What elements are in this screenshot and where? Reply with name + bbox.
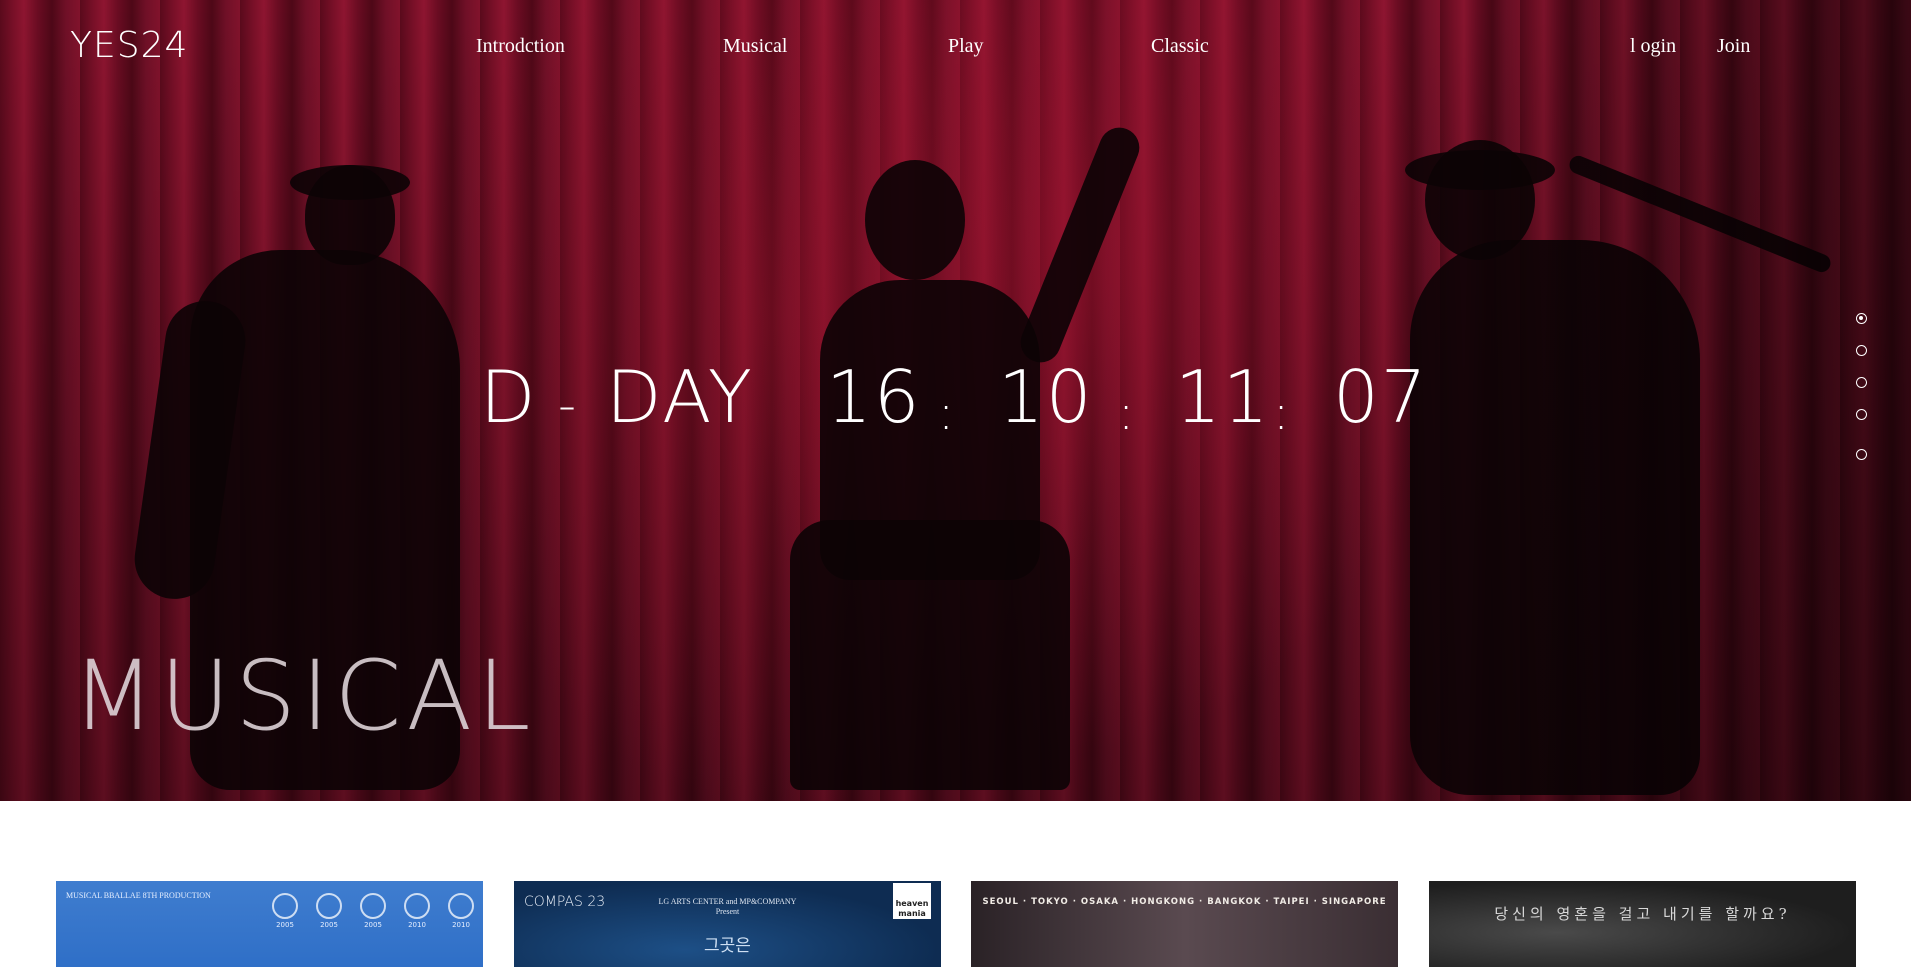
countdown-separator: :	[938, 385, 957, 441]
nav-classic[interactable]: Classic	[1151, 35, 1209, 58]
pager-dot-1[interactable]	[1856, 313, 1867, 324]
poster-title: 그곳은	[704, 936, 751, 956]
award-year: 2005	[364, 921, 382, 929]
award-laurel-icon	[316, 893, 342, 919]
award-year: 2005	[320, 921, 338, 929]
award-laurel-icon	[360, 893, 386, 919]
poster-card-1[interactable]: MUSICAL BBALLAE 8TH PRODUCTION 2005 2005…	[56, 881, 483, 967]
login-link[interactable]: l ogin	[1630, 35, 1676, 58]
poster-card-4[interactable]: 당신의 영혼을 걸고 내기를 할까요?	[1429, 881, 1856, 967]
site-logo[interactable]: YES24	[70, 25, 188, 66]
performer-silhouette-center-dress	[790, 520, 1070, 790]
countdown-separator: :	[1118, 385, 1137, 441]
pager-dot-2[interactable]	[1856, 345, 1867, 356]
section-title: MUSICAL	[72, 640, 536, 752]
performer-silhouette-center-head	[865, 160, 965, 280]
nav-play[interactable]: Play	[948, 35, 984, 58]
poster-cities: SEOUL · TOKYO · OSAKA · HONGKONG · BANGK…	[982, 897, 1387, 907]
countdown-separator: :	[1273, 385, 1292, 441]
poster-tagline: 당신의 영혼을 걸고 내기를 할까요?	[1494, 905, 1791, 923]
performer-silhouette-center-arm	[1014, 121, 1146, 369]
pager-dot-5[interactable]	[1856, 449, 1867, 460]
countdown-hours: 10	[998, 355, 1094, 439]
poster-presenter: LG ARTS CENTER and MP&COMPANY	[658, 897, 797, 906]
countdown-minutes: 11	[1175, 355, 1271, 439]
nav-musical[interactable]: Musical	[723, 35, 787, 58]
nav-introduction[interactable]: Introdction	[476, 35, 565, 58]
countdown-days: 16	[826, 355, 922, 439]
poster-subtitle: MUSICAL BBALLAE 8TH PRODUCTION	[66, 891, 211, 900]
pager-dot-3[interactable]	[1856, 377, 1867, 388]
hero-shade	[1411, 0, 1911, 801]
countdown-dash: -	[558, 376, 579, 434]
poster-presents: Present	[715, 907, 740, 916]
award-laurel-icon	[404, 893, 430, 919]
countdown-seconds: 07	[1333, 355, 1429, 439]
poster-badge: heaven mania	[893, 883, 931, 919]
award-year: 2010	[452, 921, 470, 929]
countdown-label-d: D	[480, 355, 538, 439]
join-link[interactable]: Join	[1717, 35, 1750, 58]
award-laurel-icon	[272, 893, 298, 919]
pager-dot-4[interactable]	[1856, 409, 1867, 420]
award-laurel-icon	[448, 893, 474, 919]
poster-card-2[interactable]: COMPAS 23 LG ARTS CENTER and MP&COMPANY …	[514, 881, 941, 967]
countdown-label-day: DAY	[606, 355, 754, 439]
award-year: 2010	[408, 921, 426, 929]
poster-card-3[interactable]: SEOUL · TOKYO · OSAKA · HONGKONG · BANGK…	[971, 881, 1398, 967]
award-year: 2005	[276, 921, 294, 929]
